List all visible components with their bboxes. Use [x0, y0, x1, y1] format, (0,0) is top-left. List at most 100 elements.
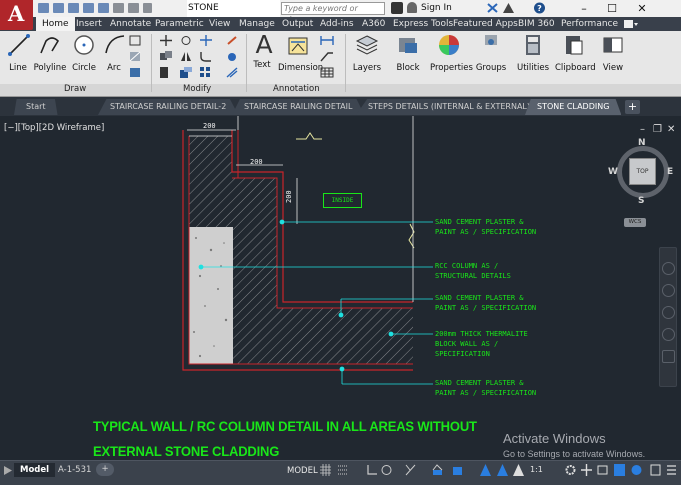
- layout-tab-a-1-531[interactable]: A-1-531: [52, 463, 97, 477]
- customization-icon[interactable]: [666, 464, 677, 476]
- tab-home[interactable]: Home: [36, 17, 75, 31]
- annotation-monitor-icon[interactable]: [581, 464, 592, 476]
- text-button[interactable]: A Text: [252, 32, 272, 70]
- doc-tab-staircase-railing-detail[interactable]: STAIRCASE RAILING DETAIL: [232, 99, 365, 115]
- copy-icon[interactable]: [160, 51, 172, 62]
- tab-insert[interactable]: Insert: [76, 17, 102, 31]
- tab-scroll-icon[interactable]: [4, 466, 12, 475]
- object-snap-tracking-icon[interactable]: [432, 464, 443, 476]
- polyline-button[interactable]: Polyline: [33, 33, 67, 73]
- zoom-icon[interactable]: [662, 306, 675, 319]
- viewcube[interactable]: TOP N S E W WCS: [607, 138, 677, 228]
- rotate-icon[interactable]: [180, 35, 192, 46]
- array-icon[interactable]: [200, 67, 212, 78]
- tab-annotate[interactable]: Annotate: [110, 17, 151, 31]
- doc-tab-stone-cladding[interactable]: STONE CLADDING: [525, 99, 622, 115]
- maximize-button[interactable]: ☐: [598, 0, 626, 17]
- object-snap-icon[interactable]: [452, 464, 463, 476]
- layout-tab-model[interactable]: Model: [14, 463, 56, 477]
- modify-panel-label[interactable]: Modify: [183, 84, 211, 94]
- move-icon[interactable]: [160, 35, 172, 46]
- tab-bim-360[interactable]: BIM 360: [518, 17, 555, 31]
- grid-icon[interactable]: [320, 464, 331, 476]
- clipboard-button[interactable]: Clipboard: [555, 33, 596, 73]
- viewport-restore-button[interactable]: ❐: [653, 124, 662, 135]
- hardware-acceleration-icon[interactable]: [631, 464, 642, 476]
- trim-icon[interactable]: [200, 35, 212, 46]
- exchange-icon[interactable]: [487, 3, 498, 13]
- tab-parametric[interactable]: Parametric: [155, 17, 204, 31]
- new-tab-button[interactable]: +: [625, 100, 640, 114]
- clean-screen-icon[interactable]: [650, 464, 661, 476]
- auto-scale-icon[interactable]: [497, 464, 508, 476]
- offset-icon[interactable]: [226, 67, 238, 78]
- plot-icon[interactable]: [98, 3, 109, 13]
- share-icon[interactable]: [143, 3, 152, 13]
- polar-tracking-icon[interactable]: [381, 464, 392, 476]
- block-button[interactable]: Block: [394, 33, 422, 73]
- sign-in-link[interactable]: Sign In: [421, 3, 452, 13]
- linear-dimension-icon[interactable]: [320, 35, 334, 46]
- undo-icon[interactable]: [113, 3, 124, 13]
- tab-add-ins[interactable]: Add-ins: [320, 17, 354, 31]
- search-binoculars-icon[interactable]: [391, 2, 403, 14]
- tab-manage[interactable]: Manage: [239, 17, 275, 31]
- minimize-button[interactable]: –: [570, 0, 598, 17]
- utilities-button[interactable]: Utilities: [515, 33, 551, 73]
- layers-button[interactable]: Layers: [352, 33, 382, 73]
- steering-wheel-icon[interactable]: [662, 262, 675, 275]
- view-button[interactable]: View: [600, 33, 626, 73]
- viewcube-top-face[interactable]: TOP: [629, 158, 656, 185]
- drawing-canvas[interactable]: [−][Top][2D Wireframe] – ❐ ✕ 200 200 200…: [0, 116, 681, 460]
- erase-icon[interactable]: [226, 35, 238, 46]
- workspace-gear-icon[interactable]: [565, 464, 576, 476]
- save-as-icon[interactable]: [83, 3, 94, 13]
- orbit-icon[interactable]: [662, 328, 675, 341]
- viewport-minimize-button[interactable]: –: [640, 124, 645, 135]
- tab-a360[interactable]: A360: [362, 17, 385, 31]
- hatch-icon[interactable]: [129, 51, 141, 62]
- explode-icon[interactable]: [226, 51, 238, 62]
- annotation-scale-value[interactable]: 1:1: [530, 465, 543, 474]
- tab-view[interactable]: View: [209, 17, 230, 31]
- gradient-icon[interactable]: [129, 67, 141, 78]
- arc-button[interactable]: Arc: [103, 33, 125, 73]
- dimension-button[interactable]: Dimension: [278, 33, 323, 73]
- fillet-icon[interactable]: [200, 51, 212, 62]
- compass-west[interactable]: W: [608, 167, 618, 177]
- tab-performance[interactable]: Performance: [561, 17, 618, 31]
- tab-output[interactable]: Output: [282, 17, 313, 31]
- tab-featured-apps[interactable]: Featured Apps: [453, 17, 518, 31]
- application-menu-button[interactable]: A: [0, 0, 33, 30]
- circle-button[interactable]: Circle: [71, 33, 97, 73]
- isodraft-icon[interactable]: [405, 464, 416, 476]
- line-button[interactable]: Line: [7, 33, 30, 73]
- showmotion-icon[interactable]: [662, 350, 675, 363]
- pan-icon[interactable]: [662, 284, 675, 297]
- leader-icon[interactable]: [320, 51, 334, 62]
- open-icon[interactable]: [53, 3, 64, 13]
- isolate-objects-icon[interactable]: [614, 464, 625, 476]
- close-button[interactable]: ✕: [628, 0, 656, 17]
- mirror-icon[interactable]: [180, 51, 192, 62]
- units-icon[interactable]: [597, 464, 608, 476]
- save-icon[interactable]: [68, 3, 79, 13]
- properties-button[interactable]: Properties: [430, 33, 473, 73]
- annotation-scale-icon[interactable]: [513, 464, 524, 476]
- redo-icon[interactable]: [128, 3, 139, 13]
- compass-north[interactable]: N: [638, 138, 646, 148]
- search-input[interactable]: Type a keyword or phrase: [281, 2, 385, 24]
- table-icon[interactable]: [320, 67, 334, 78]
- add-layout-button[interactable]: +: [96, 463, 114, 476]
- doc-tab-staircase-railing-detail-2[interactable]: STAIRCASE RAILING DETAIL-2: [98, 99, 239, 115]
- doc-tab-start[interactable]: Start: [14, 99, 58, 115]
- ortho-icon[interactable]: [367, 464, 378, 476]
- wcs-menu[interactable]: WCS: [624, 218, 646, 227]
- new-icon[interactable]: [38, 3, 49, 13]
- snap-icon[interactable]: [337, 464, 348, 476]
- groups-button[interactable]: Groups: [475, 33, 507, 73]
- tab-express-tools[interactable]: Express Tools: [393, 17, 453, 31]
- model-space-toggle[interactable]: MODEL: [287, 463, 318, 479]
- doc-tab-steps-details[interactable]: STEPS DETAILS (INTERNAL & EXTERNAL): [356, 99, 542, 115]
- compass-south[interactable]: S: [638, 196, 644, 206]
